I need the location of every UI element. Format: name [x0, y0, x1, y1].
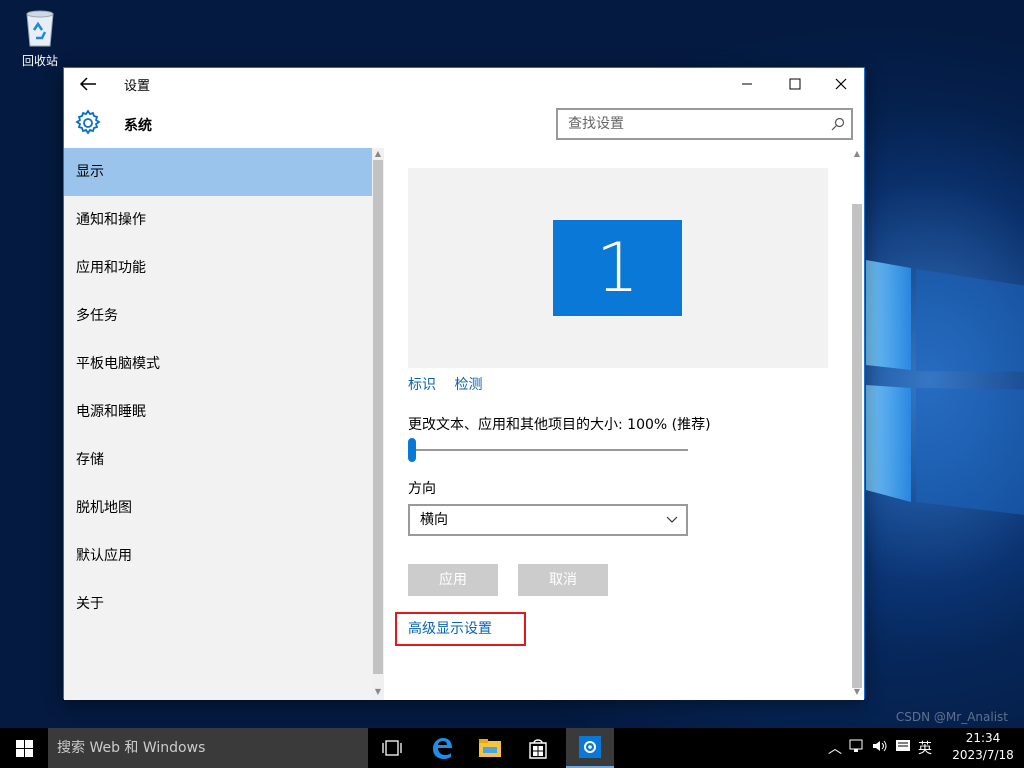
content-scrollbar[interactable]: ▲ ▼ [850, 148, 864, 700]
settings-gear-icon [579, 736, 601, 758]
cancel-button[interactable]: 取消 [518, 564, 608, 596]
sidebar-scroll-thumb[interactable] [373, 160, 383, 674]
ime-indicator[interactable]: 英 [918, 738, 932, 758]
volume-icon[interactable] [872, 739, 888, 757]
task-view-button[interactable] [368, 728, 416, 768]
display-content: 1 标识 检测 更改文本、应用和其他项目的大小: 100% (推荐) 方向 横向… [384, 148, 850, 700]
sidebar-item-tablet-mode[interactable]: 平板电脑模式 [64, 340, 372, 388]
orientation-label: 方向 [408, 481, 436, 497]
monitor-1[interactable]: 1 [553, 220, 682, 316]
settings-window: 设置 系统 显示 通知和操作 应用和功能 多任务 [63, 67, 865, 700]
start-button[interactable] [0, 728, 48, 768]
settings-search-input[interactable] [558, 110, 818, 138]
maximize-icon [789, 78, 801, 90]
content-scroll-thumb[interactable] [852, 204, 862, 688]
back-arrow-icon[interactable] [78, 75, 98, 93]
windows-start-icon [15, 739, 33, 757]
scroll-down-arrow-icon[interactable]: ▼ [853, 688, 861, 696]
recycle-bin-icon [26, 10, 54, 47]
scroll-up-arrow-icon[interactable]: ▲ [853, 150, 861, 158]
sidebar-item-notifications[interactable]: 通知和操作 [64, 196, 372, 244]
file-explorer-button[interactable] [466, 728, 514, 768]
text-cursor-icon: I [322, 756, 325, 768]
recycle-bin-label: 回收站 [21, 54, 58, 68]
apply-button[interactable]: 应用 [408, 564, 498, 596]
slider-track [408, 449, 688, 451]
close-button[interactable] [818, 68, 864, 100]
monitor-arrangement: 1 [408, 168, 828, 368]
sidebar-item-default-apps[interactable]: 默认应用 [64, 532, 372, 580]
taskbar-search[interactable]: 搜索 Web 和 Windows I [48, 728, 368, 768]
clock[interactable]: 21:34 2023/7/18 [948, 730, 1018, 764]
clock-date: 2023/7/18 [952, 748, 1014, 762]
slider-handle[interactable] [408, 438, 416, 462]
window-title: 设置 [124, 79, 151, 94]
monitor-links: 标识 检测 [408, 374, 496, 394]
scale-label: 更改文本、应用和其他项目的大小: 100% (推荐) [408, 417, 711, 433]
scroll-down-arrow-icon[interactable]: ▼ [374, 688, 382, 696]
sidebar-scrollbar[interactable]: ▲ ▼ [372, 148, 384, 700]
edge-icon [433, 738, 452, 759]
settings-header: 系统 [64, 102, 864, 146]
chevron-down-icon [666, 516, 678, 523]
title-bar: 设置 [64, 68, 864, 100]
task-view-icon [382, 740, 402, 756]
sidebar-item-power-sleep[interactable]: 电源和睡眠 [64, 388, 372, 436]
sidebar: 显示 通知和操作 应用和功能 多任务 平板电脑模式 电源和睡眠 存储 脱机地图 … [64, 148, 372, 700]
action-center-icon[interactable] [895, 739, 911, 757]
sidebar-item-storage[interactable]: 存储 [64, 436, 372, 484]
recycle-bin[interactable]: 回收站 [12, 6, 68, 69]
settings-taskbar-button[interactable] [566, 728, 614, 768]
sidebar-item-offline-maps[interactable]: 脱机地图 [64, 484, 372, 532]
section-title: 系统 [124, 118, 152, 134]
scale-slider[interactable] [408, 438, 688, 462]
show-hidden-icons-chevron-icon[interactable]: ︿ [828, 738, 842, 758]
store-button[interactable] [514, 728, 562, 768]
sidebar-item-multitasking[interactable]: 多任务 [64, 292, 372, 340]
minimize-button[interactable] [724, 68, 770, 100]
folder-icon [479, 739, 501, 757]
system-tray: ︿ 英 [828, 728, 939, 768]
sidebar-item-apps-features[interactable]: 应用和功能 [64, 244, 372, 292]
settings-search[interactable] [556, 108, 853, 140]
taskbar: 搜索 Web 和 Windows I [0, 728, 1024, 768]
maximize-button[interactable] [772, 68, 818, 100]
network-icon[interactable] [849, 739, 865, 757]
orientation-value: 横向 [420, 512, 448, 528]
windows-logo-wallpaper [866, 260, 1024, 515]
sidebar-item-display[interactable]: 显示 [64, 148, 372, 196]
scroll-up-arrow-icon[interactable]: ▲ [374, 150, 382, 158]
clock-time: 21:34 [965, 731, 1001, 745]
identify-link[interactable]: 标识 [408, 377, 436, 393]
orientation-select[interactable]: 横向 [408, 504, 688, 536]
close-icon [835, 78, 847, 90]
search-icon[interactable] [831, 117, 845, 131]
watermark: CSDN @Mr_Analist [895, 710, 1008, 724]
sidebar-item-about[interactable]: 关于 [64, 580, 372, 628]
advanced-display-settings-link[interactable]: 高级显示设置 [395, 612, 526, 646]
minimize-icon [742, 83, 752, 85]
taskbar-search-placeholder: 搜索 Web 和 Windows [57, 740, 206, 756]
store-icon [529, 739, 547, 759]
detect-link[interactable]: 检测 [454, 377, 482, 393]
gear-icon [75, 109, 101, 135]
edge-browser-button[interactable] [418, 728, 466, 768]
